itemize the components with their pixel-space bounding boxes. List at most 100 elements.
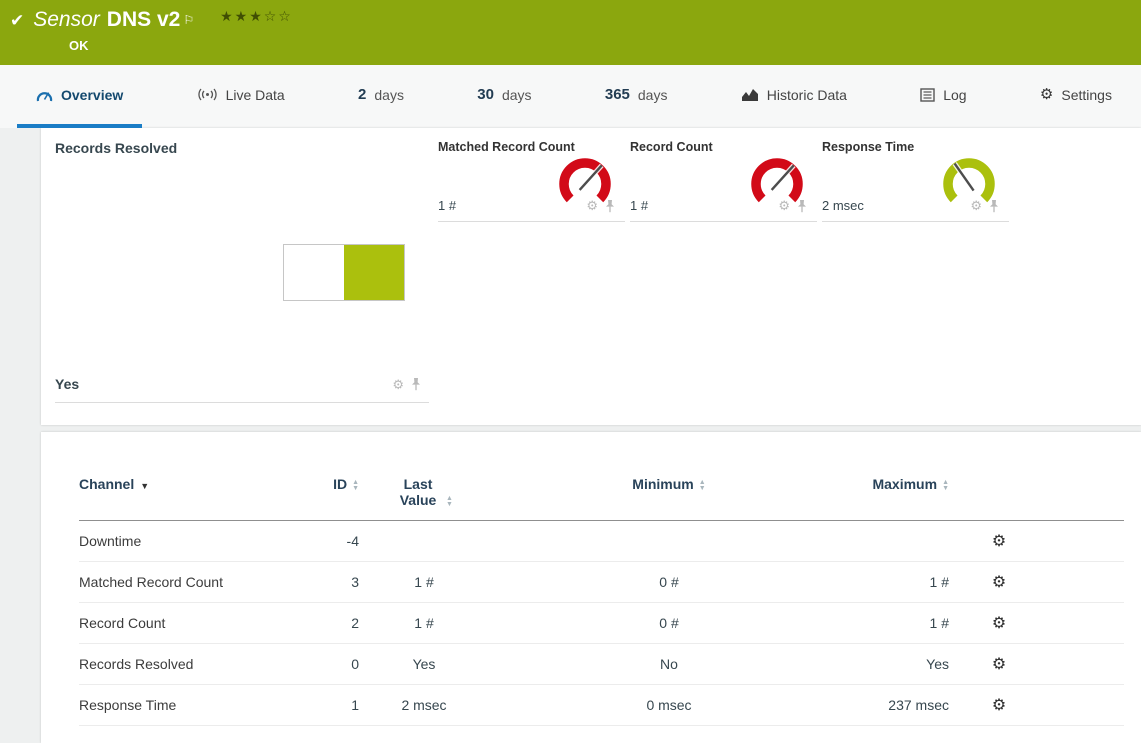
header-maximum[interactable]: Maximum ▲▼ bbox=[849, 476, 949, 492]
records-resolved-value: Yes bbox=[55, 376, 79, 392]
tab-label: Settings bbox=[1061, 87, 1112, 103]
pin-icon[interactable] bbox=[411, 377, 421, 391]
tab-365-days[interactable]: 365 days bbox=[586, 65, 687, 128]
channel-settings-gear-icon[interactable]: ⚙ bbox=[992, 574, 1006, 591]
gauge-value: 1 # bbox=[630, 198, 648, 213]
table-row-matched-record-count: Matched Record Count 3 1 # 0 # 1 # ⚙ bbox=[79, 562, 1124, 603]
tab-log[interactable]: Log bbox=[901, 65, 985, 128]
header-label: ID bbox=[333, 476, 347, 492]
tab-settings[interactable]: ⚙ Settings bbox=[1021, 65, 1131, 128]
tab-label: Log bbox=[943, 87, 966, 103]
chart-segment-off bbox=[284, 245, 344, 300]
tab-number: 30 bbox=[477, 86, 494, 103]
tab-number: 2 bbox=[358, 86, 366, 103]
cell-channel: Downtime bbox=[79, 533, 299, 549]
gauge-response-time: Response Time 2 msec ⚙ bbox=[822, 140, 1009, 222]
gauge-label: Matched Record Count bbox=[438, 140, 625, 154]
pin-icon[interactable] bbox=[605, 199, 615, 213]
pin-icon[interactable] bbox=[989, 199, 999, 213]
cell-id: 1 bbox=[299, 697, 359, 713]
status-badge: OK bbox=[69, 38, 1127, 53]
tab-historic-data[interactable]: Historic Data bbox=[722, 65, 866, 128]
sort-icon: ▲▼ bbox=[446, 496, 453, 508]
gear-icon[interactable]: ⚙ bbox=[392, 378, 404, 391]
tab-label: Live Data bbox=[226, 87, 285, 103]
header-minimum[interactable]: Minimum▲▼ bbox=[489, 476, 849, 492]
caret-down-icon: ▼ bbox=[140, 481, 149, 491]
header-label: Maximum bbox=[872, 476, 937, 492]
tab-label: days bbox=[502, 87, 532, 103]
gear-icon[interactable]: ⚙ bbox=[778, 199, 790, 212]
gauge-value: 1 # bbox=[438, 198, 456, 213]
sensor-name: DNS v2 bbox=[107, 8, 181, 31]
pin-icon[interactable] bbox=[797, 199, 807, 213]
tab-bar: Overview Live Data 2 days 30 days 365 da… bbox=[0, 65, 1141, 128]
tab-label: Historic Data bbox=[767, 87, 847, 103]
channel-settings-gear-icon[interactable]: ⚙ bbox=[992, 697, 1006, 714]
tab-30-days[interactable]: 30 days bbox=[458, 65, 550, 128]
cell-channel: Record Count bbox=[79, 615, 299, 631]
tab-overview[interactable]: Overview bbox=[17, 65, 142, 128]
gauge-icon bbox=[36, 88, 53, 102]
sort-icon: ▲▼ bbox=[352, 480, 359, 492]
flag-icon[interactable]: ⚐ bbox=[183, 13, 194, 27]
table-header-row: Channel ▼ ID ▲▼ Last Value ▲▼ Minimum▲▼ Max… bbox=[79, 476, 1124, 521]
records-resolved-title: Records Resolved bbox=[55, 140, 429, 156]
tab-label: days bbox=[638, 87, 668, 103]
cell-id: -4 bbox=[299, 533, 359, 549]
cell-last-value: 2 msec bbox=[359, 697, 489, 713]
channel-table-panel: Channel ▼ ID ▲▼ Last Value ▲▼ Minimum▲▼ Max… bbox=[41, 432, 1141, 743]
sort-icon: ▲▼ bbox=[942, 480, 949, 492]
gauge-footer: 2 msec ⚙ bbox=[822, 198, 1009, 222]
header-channel[interactable]: Channel ▼ bbox=[79, 476, 299, 492]
cell-maximum: 237 msec bbox=[849, 697, 949, 713]
channel-settings-gear-icon[interactable]: ⚙ bbox=[992, 533, 1006, 550]
cell-minimum: 0 # bbox=[489, 574, 849, 590]
status-check-icon: ✔ bbox=[10, 11, 24, 31]
table-row-response-time: Response Time 1 2 msec 0 msec 237 msec ⚙ bbox=[79, 685, 1124, 726]
header-id[interactable]: ID ▲▼ bbox=[299, 476, 359, 492]
records-resolved-block: Records Resolved Yes ⚙ bbox=[55, 140, 429, 403]
cell-maximum: 1 # bbox=[849, 615, 949, 631]
cell-channel: Records Resolved bbox=[79, 656, 299, 672]
cell-minimum: 0 # bbox=[489, 615, 849, 631]
gauge-footer: 1 # ⚙ bbox=[630, 198, 817, 222]
cell-minimum: No bbox=[489, 656, 849, 672]
cell-id: 0 bbox=[299, 656, 359, 672]
priority-stars[interactable]: ★★★☆☆ bbox=[220, 8, 293, 25]
table-row-record-count: Record Count 2 1 # 0 # 1 # ⚙ bbox=[79, 603, 1124, 644]
gauge-matched-record-count: Matched Record Count 1 # ⚙ bbox=[438, 140, 625, 222]
cell-last-value: 1 # bbox=[359, 574, 489, 590]
channel-settings-gear-icon[interactable]: ⚙ bbox=[992, 656, 1006, 673]
tab-number: 365 bbox=[605, 86, 630, 103]
tab-2-days[interactable]: 2 days bbox=[339, 65, 423, 128]
overview-panel: Records Resolved Yes ⚙ Matched Record Co… bbox=[41, 128, 1141, 425]
gauge-value: 2 msec bbox=[822, 198, 864, 213]
header-label: Channel bbox=[79, 476, 134, 492]
records-resolved-footer: Yes ⚙ bbox=[55, 376, 429, 403]
header-label: Last Value bbox=[395, 476, 441, 508]
header-last-value[interactable]: Last Value ▲▼ bbox=[359, 476, 489, 508]
sensor-header: ✔ Sensor DNS v2⚐ ★★★☆☆ OK bbox=[0, 0, 1141, 65]
cell-last-value: Yes bbox=[359, 656, 489, 672]
gauge-footer: 1 # ⚙ bbox=[438, 198, 625, 222]
table-row-downtime: Downtime -4 ⚙ bbox=[79, 521, 1124, 562]
gear-icon[interactable]: ⚙ bbox=[586, 199, 598, 212]
cell-channel: Matched Record Count bbox=[79, 574, 299, 590]
cell-channel: Response Time bbox=[79, 697, 299, 713]
log-list-icon bbox=[920, 88, 935, 102]
area-chart-icon bbox=[741, 88, 759, 102]
gear-icon[interactable]: ⚙ bbox=[970, 199, 982, 212]
cell-id: 2 bbox=[299, 615, 359, 631]
gauge-record-count: Record Count 1 # ⚙ bbox=[630, 140, 817, 222]
cell-minimum: 0 msec bbox=[489, 697, 849, 713]
page-title: Sensor DNS v2⚐ bbox=[33, 7, 194, 33]
channel-settings-gear-icon[interactable]: ⚙ bbox=[992, 615, 1006, 632]
tab-live-data[interactable]: Live Data bbox=[178, 65, 304, 128]
records-resolved-on bbox=[344, 245, 404, 300]
gauge-label: Record Count bbox=[630, 140, 817, 154]
tab-label: days bbox=[374, 87, 404, 103]
title-prefix: Sensor bbox=[33, 8, 100, 31]
records-resolved-chart bbox=[283, 244, 405, 301]
gear-icon: ⚙ bbox=[1040, 87, 1053, 102]
